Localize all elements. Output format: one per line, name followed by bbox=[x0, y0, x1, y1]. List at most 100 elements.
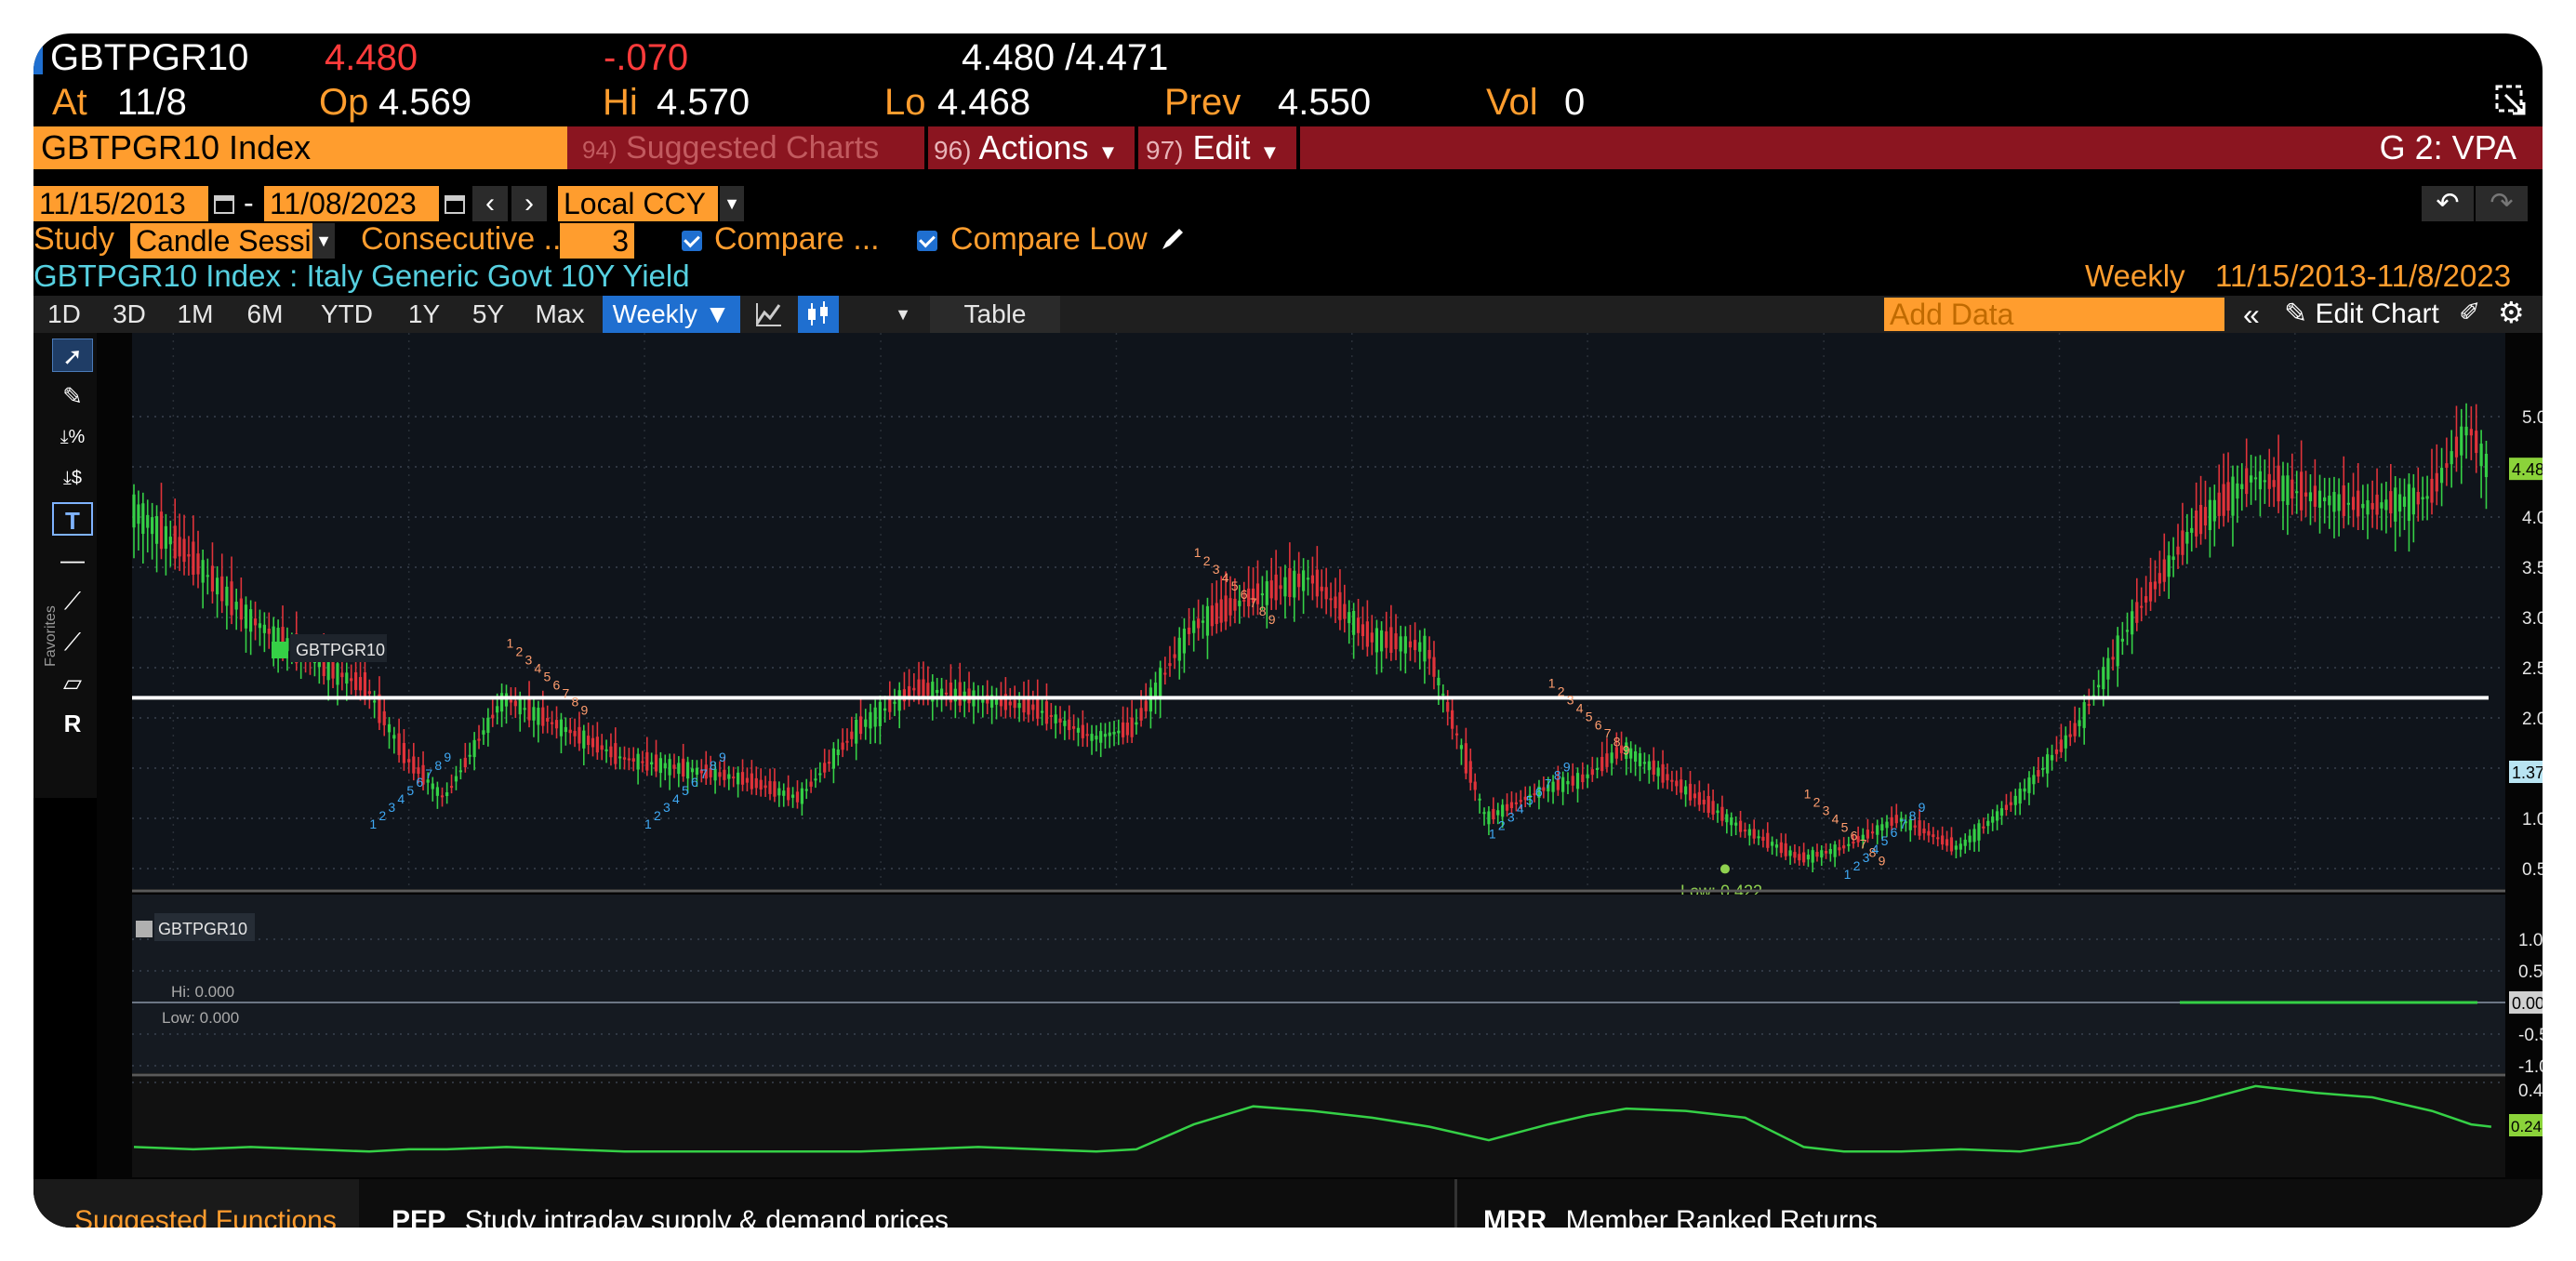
sequence-label: 3 bbox=[1567, 693, 1574, 708]
consecutive-input[interactable]: 3 bbox=[560, 223, 634, 259]
next-range-button[interactable]: › bbox=[511, 186, 547, 221]
sequence-label: 1 bbox=[1804, 786, 1812, 801]
calendar-icon[interactable] bbox=[443, 192, 467, 216]
cursor-tool-icon[interactable]: ➚ bbox=[52, 338, 93, 372]
period-5y[interactable]: 5Y bbox=[458, 296, 519, 333]
candle-body bbox=[1399, 636, 1402, 652]
sequence-label: 5 bbox=[1231, 578, 1239, 593]
table-button[interactable]: Table bbox=[930, 296, 1060, 333]
study-caret-icon[interactable]: ▼ bbox=[312, 223, 335, 259]
period-1d[interactable]: 1D bbox=[33, 296, 95, 333]
candle-body bbox=[1121, 722, 1125, 737]
candle-body bbox=[2054, 749, 2059, 754]
period-3d[interactable]: 3D bbox=[99, 296, 160, 333]
compare-high-checkbox[interactable] bbox=[682, 231, 702, 251]
sequence-label: 6 bbox=[1851, 828, 1858, 843]
chart-type-caret-icon[interactable]: ▼ bbox=[889, 296, 917, 333]
candle-body bbox=[1418, 642, 1422, 652]
candle-body bbox=[1788, 850, 1792, 856]
candle-body bbox=[2484, 453, 2489, 478]
period-weekly[interactable]: Weekly ▼ bbox=[603, 296, 740, 333]
sequence-label: 3 bbox=[1507, 810, 1515, 825]
chart-area[interactable]: 0.5001.0001.5002.0002.5003.0003.5004.000… bbox=[97, 333, 2543, 1226]
popout-icon[interactable] bbox=[2494, 84, 2528, 117]
redo-button[interactable]: ↷ bbox=[2476, 186, 2528, 221]
candle-body bbox=[387, 723, 392, 733]
candle-body bbox=[1642, 762, 1647, 764]
candle-body bbox=[2323, 497, 2327, 502]
candle-body bbox=[804, 789, 808, 791]
annotate-icon[interactable]: ✐ bbox=[2459, 299, 2480, 325]
collapse-icon[interactable]: « bbox=[2243, 299, 2260, 329]
study-low-label: Low: 0.000 bbox=[162, 1009, 239, 1027]
candle-body bbox=[2131, 611, 2134, 635]
candle-body bbox=[609, 746, 613, 758]
suggested-charts-button[interactable]: 94) Suggested Charts bbox=[582, 126, 879, 169]
add-data-input[interactable]: Add Data bbox=[1884, 298, 2224, 331]
start-date-field[interactable]: 11/15/2013 bbox=[33, 186, 208, 221]
candle-body bbox=[392, 735, 396, 739]
mrr-function[interactable]: MRR Member Ranked Returns bbox=[1483, 1207, 1878, 1228]
currency-select[interactable]: Local CCY bbox=[558, 186, 718, 221]
line-chart-icon[interactable] bbox=[755, 301, 783, 327]
candle-body bbox=[1656, 767, 1660, 777]
candle-body bbox=[727, 774, 731, 779]
pencil-icon[interactable] bbox=[1159, 225, 1187, 253]
candle-body bbox=[663, 763, 667, 769]
candle-body bbox=[841, 742, 844, 750]
function-label: G 2: VPA bbox=[2379, 128, 2516, 166]
prev-range-button[interactable]: ‹ bbox=[472, 186, 508, 221]
candle-body bbox=[2018, 789, 2022, 804]
candle-body bbox=[1072, 725, 1076, 729]
draw-line-tool-icon[interactable]: ✎ bbox=[52, 379, 93, 413]
last-value-label: 4.480 bbox=[2512, 460, 2543, 479]
candle-body bbox=[790, 794, 795, 798]
candle-chart-icon[interactable] bbox=[798, 296, 839, 333]
candle-body bbox=[468, 754, 471, 757]
actions-menu[interactable]: 96) Actions ▼ bbox=[934, 126, 1118, 169]
sequence-label: 1 bbox=[506, 635, 513, 650]
channel-tool-icon[interactable]: ▱ bbox=[52, 666, 93, 699]
candle-body bbox=[759, 779, 763, 790]
horizontal-line-tool-icon[interactable]: — bbox=[52, 543, 93, 577]
candle-body bbox=[225, 586, 229, 606]
candle-body bbox=[1661, 763, 1665, 783]
pfp-text: Study intraday supply & demand prices bbox=[464, 1205, 949, 1228]
period-1m[interactable]: 1M bbox=[164, 296, 227, 333]
candle-body bbox=[1730, 817, 1733, 826]
period-6m[interactable]: 6M bbox=[231, 296, 299, 333]
edit-menu[interactable]: 97) Edit ▼ bbox=[1146, 126, 1280, 169]
candle-body bbox=[2140, 605, 2144, 608]
sequence-label: 9 bbox=[1268, 612, 1276, 627]
calendar-icon[interactable] bbox=[212, 192, 236, 216]
study-select[interactable]: Candle Sessi bbox=[130, 223, 312, 259]
sequence-label: 1 bbox=[1194, 545, 1202, 560]
period-ytd[interactable]: YTD bbox=[303, 296, 391, 333]
candle-body bbox=[482, 730, 485, 735]
percent-tool-icon[interactable]: ⤓% bbox=[52, 420, 93, 454]
pfp-function[interactable]: PFP Study intraday supply & demand price… bbox=[392, 1207, 949, 1228]
suggested-charts-label: Suggested Charts bbox=[626, 130, 880, 166]
candle-body bbox=[367, 691, 371, 695]
candle-body bbox=[151, 517, 154, 535]
regression-tool-icon[interactable]: R bbox=[52, 707, 93, 740]
dollar-tool-icon[interactable]: ⤓$ bbox=[52, 461, 93, 495]
candle-body bbox=[1977, 823, 1981, 841]
candle-body bbox=[1269, 580, 1273, 599]
sequence-label: 7 bbox=[1604, 726, 1612, 741]
period-max[interactable]: Max bbox=[523, 296, 597, 333]
end-date-field[interactable]: 11/08/2023 bbox=[264, 186, 439, 221]
security-field[interactable]: GBTPGR10 Index bbox=[33, 126, 567, 169]
text-tool-icon[interactable]: T bbox=[52, 502, 93, 536]
edit-chart-button[interactable]: ✎ Edit Chart bbox=[2284, 296, 2439, 333]
settings-gear-icon[interactable]: ⚙ bbox=[2498, 298, 2525, 327]
currency-caret-icon[interactable]: ▼ bbox=[720, 186, 744, 221]
candle-body bbox=[350, 678, 353, 682]
suggested-functions-title[interactable]: Suggested Functions bbox=[74, 1207, 337, 1228]
undo-button[interactable]: ↶ bbox=[2422, 186, 2474, 221]
sequence-label: 1 bbox=[1548, 676, 1556, 691]
ref-value-label: 1.376 bbox=[2512, 763, 2543, 782]
period-1y[interactable]: 1Y bbox=[394, 296, 454, 333]
at-label: At bbox=[52, 82, 87, 123]
compare-low-checkbox[interactable] bbox=[917, 231, 937, 251]
